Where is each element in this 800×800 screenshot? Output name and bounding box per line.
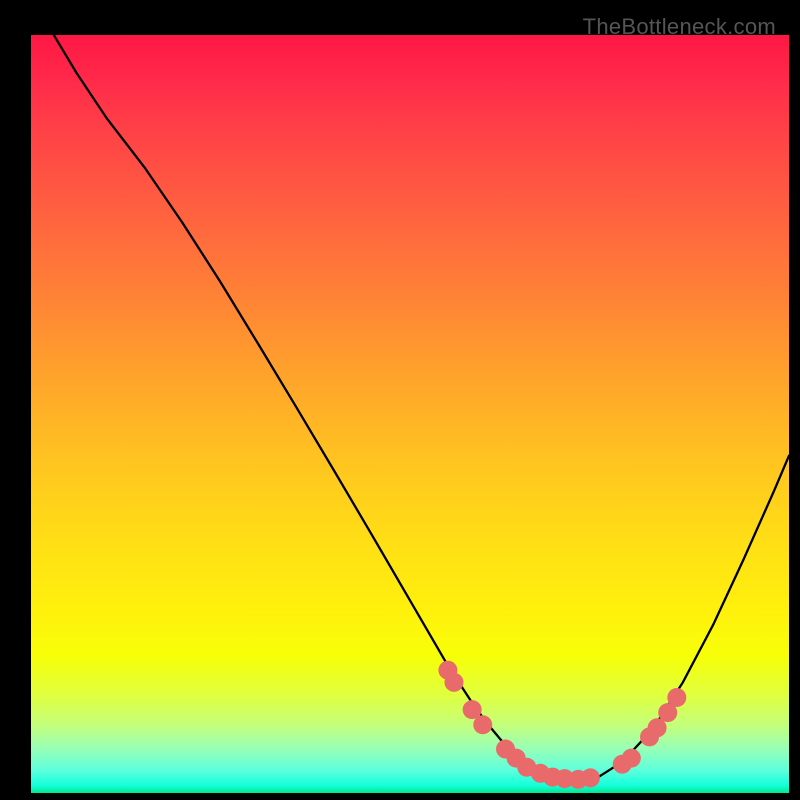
curve-marker xyxy=(581,768,600,787)
bottleneck-curve xyxy=(31,0,789,781)
curve-markers xyxy=(438,661,686,789)
chart-frame: TheBottleneck.com xyxy=(10,10,790,790)
curve-layer xyxy=(31,35,789,793)
curve-marker xyxy=(667,688,686,707)
curve-marker xyxy=(622,749,641,768)
plot-area xyxy=(31,35,789,793)
curve-marker xyxy=(444,673,463,692)
watermark: TheBottleneck.com xyxy=(583,14,776,40)
curve-marker xyxy=(473,715,492,734)
